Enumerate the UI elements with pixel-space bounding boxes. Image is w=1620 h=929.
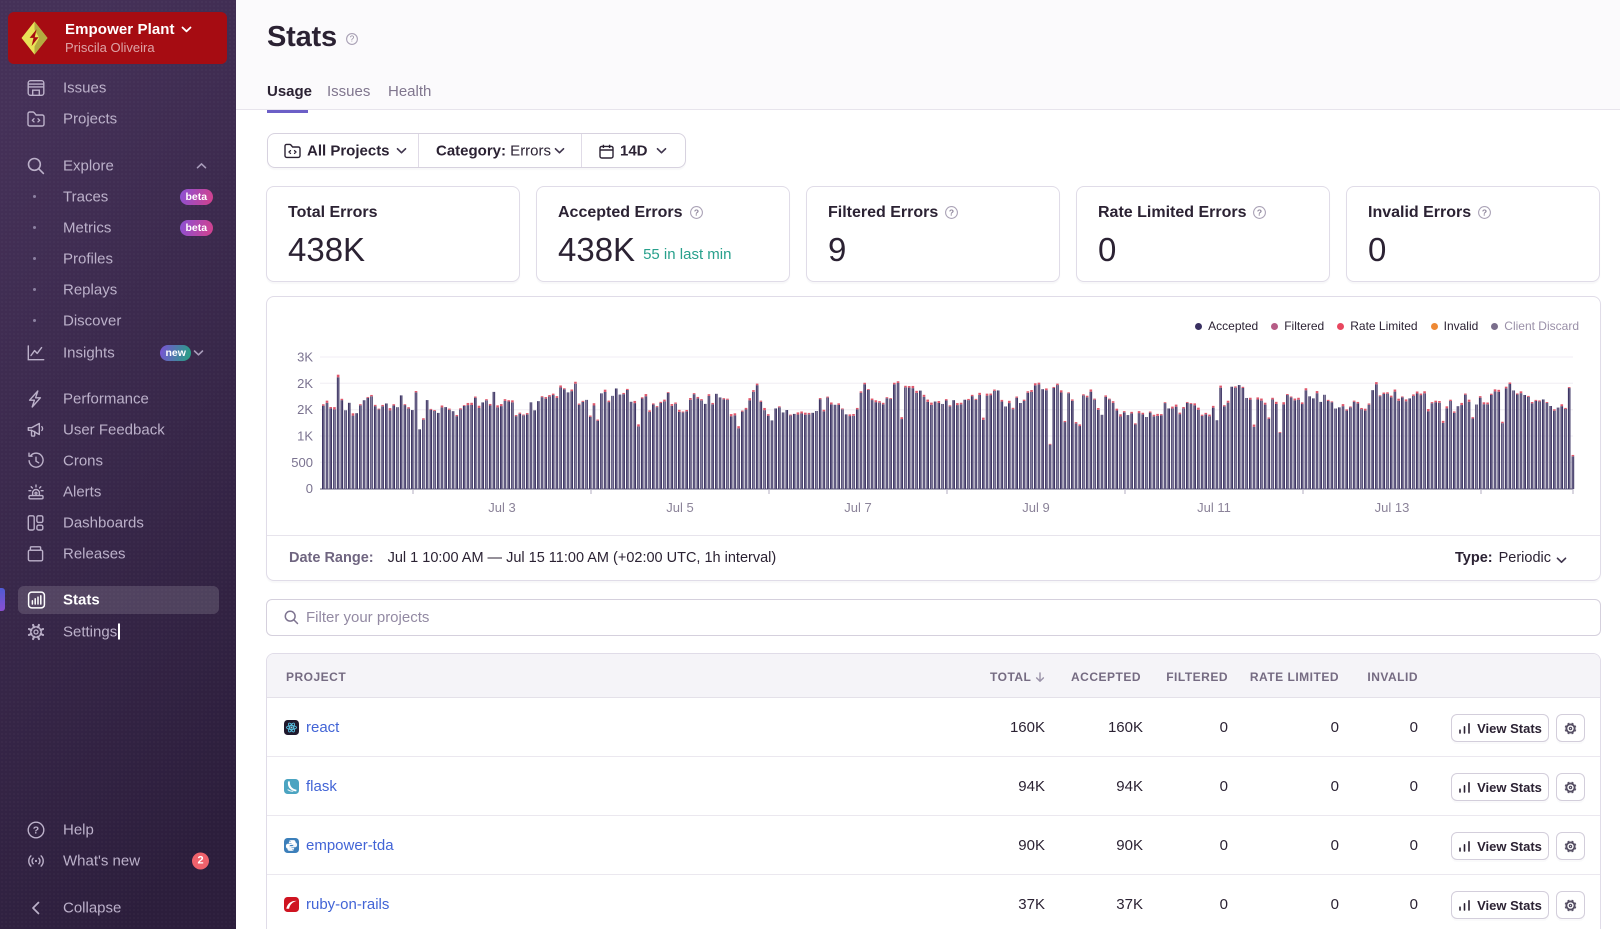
svg-text:Jul 9: Jul 9: [1022, 500, 1049, 515]
svg-text:Jul 5: Jul 5: [666, 500, 693, 515]
svg-text:0: 0: [306, 481, 313, 496]
svg-text:?: ?: [33, 824, 39, 836]
svg-text:500: 500: [291, 455, 313, 470]
svg-text:3K: 3K: [297, 350, 313, 365]
svg-text:2K: 2K: [297, 376, 313, 391]
svg-text:Jul 13: Jul 13: [1375, 500, 1410, 515]
svg-text:?: ?: [1482, 207, 1487, 217]
svg-text:2K: 2K: [297, 402, 313, 417]
svg-text:Jul 7: Jul 7: [844, 500, 871, 515]
svg-text:?: ?: [350, 35, 355, 44]
svg-text:?: ?: [693, 207, 698, 217]
svg-text:1K: 1K: [297, 429, 313, 444]
svg-text:?: ?: [1257, 207, 1262, 217]
svg-text:Jul 3: Jul 3: [488, 500, 515, 515]
svg-text:?: ?: [949, 207, 954, 217]
svg-text:Jul 11: Jul 11: [1197, 500, 1231, 515]
